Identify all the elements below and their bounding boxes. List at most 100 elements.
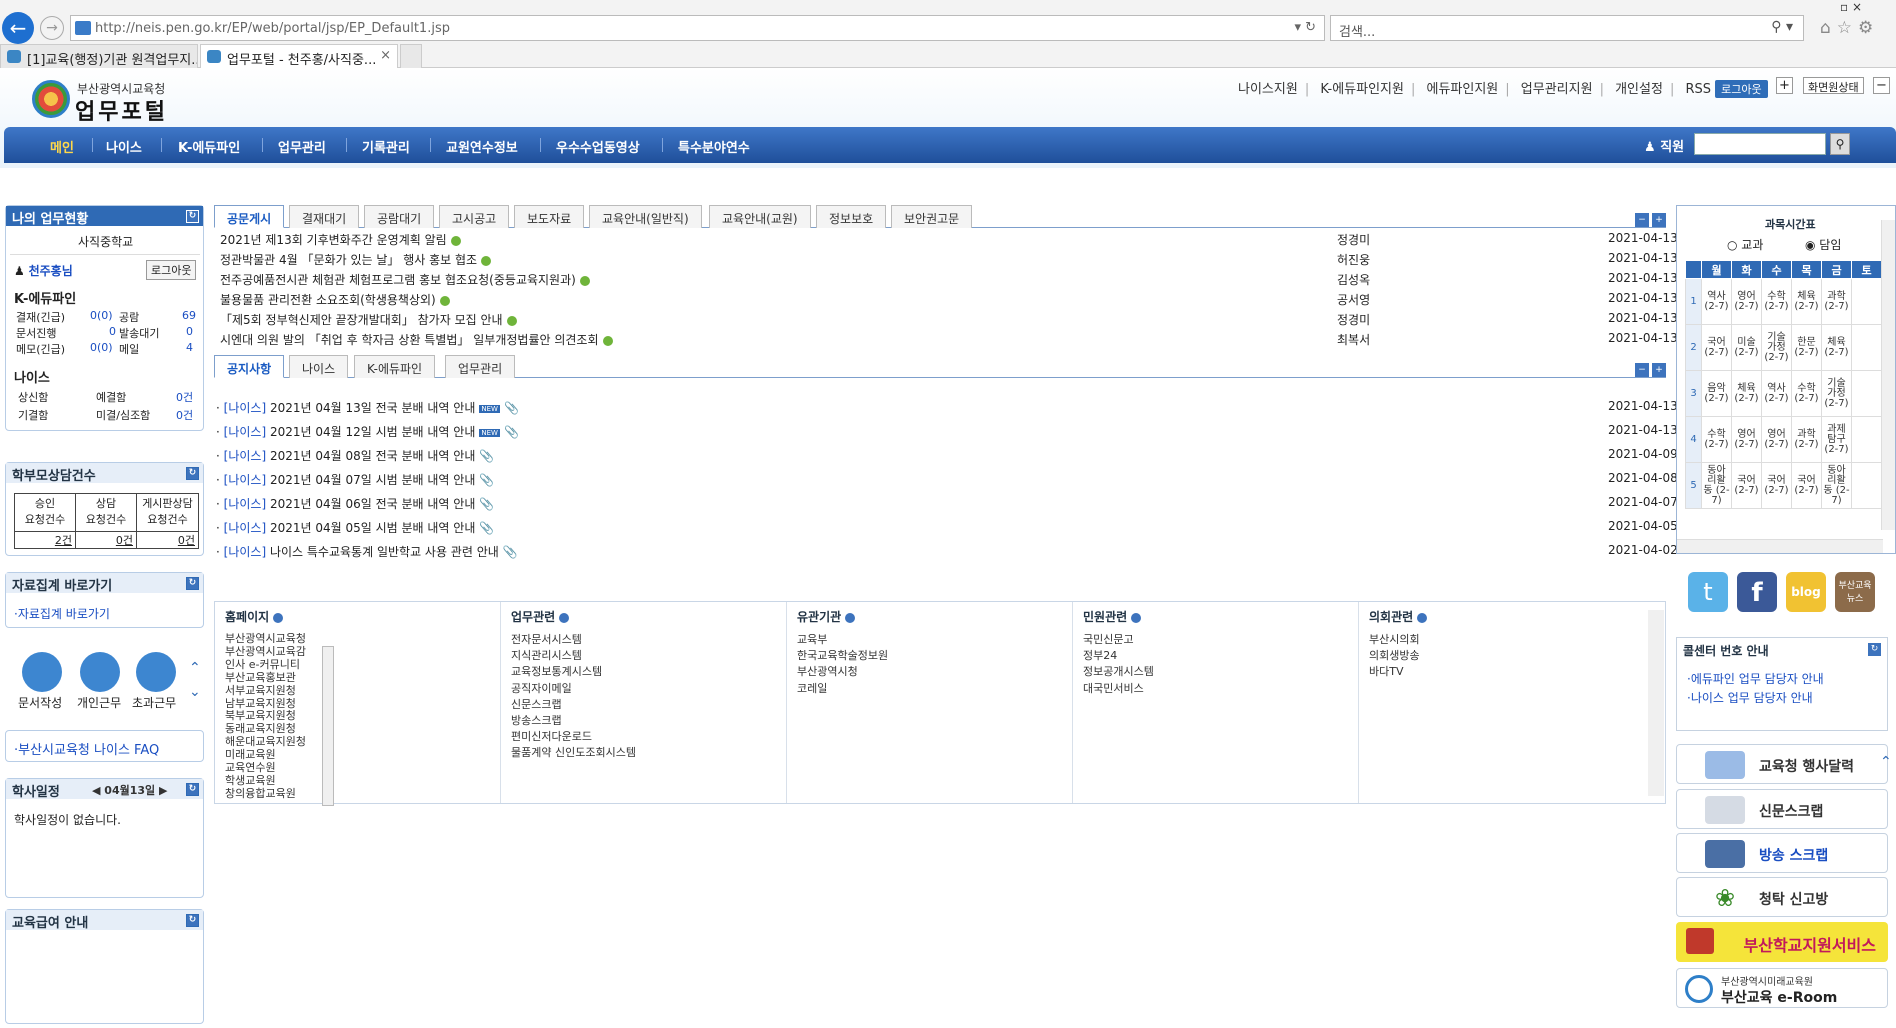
- tab-neis[interactable]: 나이스: [289, 355, 349, 378]
- work-link-list[interactable]: 전자문서시스템 지식관리시스템 교육정보통계시스템 공직자이메일 신문스크랩 방송스크랩 편…: [511, 632, 636, 762]
- link-item[interactable]: 공직자이메일: [511, 681, 636, 697]
- link-item[interactable]: 정보공개시스템: [1083, 664, 1154, 680]
- toplink-kedufine[interactable]: K-에듀파인지원: [1320, 82, 1404, 97]
- row-value[interactable]: 0(0): [90, 309, 113, 322]
- tab-workmgmt[interactable]: 업무관리: [445, 355, 516, 378]
- link-item[interactable]: 부산광역시교육감: [225, 645, 327, 659]
- link-item[interactable]: 지식관리시스템: [511, 648, 636, 664]
- nav-kedufine[interactable]: K-에듀파인: [178, 137, 240, 156]
- nav-videos[interactable]: 우수수업동영상: [556, 137, 640, 156]
- tab-notice[interactable]: 공지사항: [214, 355, 285, 378]
- back-button[interactable]: ←: [2, 12, 34, 44]
- zoom-plus-button[interactable]: +: [1776, 77, 1793, 94]
- link-item[interactable]: 창의융합교육원: [225, 787, 327, 801]
- link-item[interactable]: 부산광역시청: [797, 664, 888, 680]
- refresh-icon[interactable]: ↻: [186, 783, 199, 796]
- eroom-banner[interactable]: 부산광역시미래교육원 부산교육 e-Room: [1676, 968, 1888, 1008]
- link-item[interactable]: 부산시의회: [1369, 632, 1420, 648]
- nav-neis[interactable]: 나이스: [106, 137, 142, 156]
- row-value[interactable]: 0(0): [90, 341, 113, 354]
- list-item[interactable]: 시엔대 의원 발의 「취업 후 학자금 상환 특별법」 일부개정법률안 의견조회…: [220, 331, 1678, 349]
- faq-link[interactable]: ·부산시교육청 나이스 FAQ: [14, 739, 159, 758]
- new-tab-button[interactable]: [400, 44, 422, 68]
- link-item[interactable]: 인사 e-커뮤니티: [225, 658, 327, 672]
- broadcast-button[interactable]: 방송 스크랩: [1676, 833, 1888, 873]
- callcenter-link-edufine[interactable]: ·에듀파인 업무 담당자 안내: [1687, 670, 1824, 687]
- consult-value-2[interactable]: 0건: [76, 532, 137, 549]
- list-item[interactable]: · [나이스] 2021년 04월 07일 시범 분배 내역 안내 📎 2021-0…: [216, 471, 1678, 491]
- window-controls[interactable]: ▫ ×: [1840, 0, 1862, 14]
- quick-attend[interactable]: 개인근무: [77, 694, 121, 711]
- attendance-icon[interactable]: [80, 652, 120, 692]
- row-value[interactable]: 0건: [176, 389, 193, 405]
- refresh-icon[interactable]: ↻: [186, 914, 199, 927]
- toplink-neis[interactable]: 나이스지원: [1238, 82, 1298, 97]
- nav-training[interactable]: 교원연수정보: [446, 137, 518, 156]
- toolbar-icons[interactable]: ⌂☆⚙: [1820, 18, 1879, 38]
- tab-official[interactable]: 공문게시: [214, 205, 285, 228]
- tab-security-advice[interactable]: 보안권고문: [891, 205, 973, 228]
- opt-homeroom[interactable]: ◉ 담임: [1805, 236, 1841, 253]
- browser-tab-2[interactable]: 업무포털 - 천주홍/사직중... ×: [200, 44, 398, 68]
- list-item[interactable]: · [나이스] 2021년 04월 13일 전국 분배 내역 안내 NEW 📎 202…: [216, 399, 1678, 419]
- link-item[interactable]: 물품계약 신인도조회시스템: [511, 745, 636, 761]
- tab-approval[interactable]: 결재대기: [289, 205, 360, 228]
- list-item[interactable]: · [나이스] 나이스 특수교육통계 일반학교 사용 관련 안내 📎 2021-04…: [216, 543, 1678, 563]
- scrollbar[interactable]: [1677, 539, 1883, 553]
- chevron-up-icon[interactable]: ⌃: [189, 660, 201, 676]
- link-item[interactable]: 학생교육원: [225, 774, 327, 788]
- tab-edu-general[interactable]: 교육안내(일반직): [589, 205, 702, 228]
- news-icon[interactable]: 부산교육 뉴스: [1835, 572, 1875, 612]
- opt-subject[interactable]: ○ 교과: [1727, 236, 1763, 253]
- quick-doc[interactable]: 문서작성: [18, 694, 62, 711]
- document-icon[interactable]: [22, 652, 62, 692]
- browser-tab-1[interactable]: [1]교육(행정)기관 원격업무지...: [0, 44, 198, 68]
- callcenter-link-neis[interactable]: ·나이스 업무 담당자 안내: [1687, 689, 1813, 706]
- list-item[interactable]: 불용물품 관리전환 소요조회(학생용책상외) 공서영 2021-04-13: [220, 291, 1678, 309]
- forward-button[interactable]: →: [40, 16, 64, 40]
- related-link-list[interactable]: 교육부 한국교육학술정보원 부산광역시청 코레일: [797, 632, 888, 697]
- link-item[interactable]: 전자문서시스템: [511, 632, 636, 648]
- list-item[interactable]: 2021년 제13회 기후변화주간 운영계획 알림 정경미 2021-04-13: [220, 231, 1678, 249]
- nav-records[interactable]: 기록관리: [362, 137, 410, 156]
- council-link-list[interactable]: 부산시의회 의회생방송 바다TV: [1369, 632, 1420, 681]
- staff-search-input[interactable]: [1694, 133, 1826, 155]
- refresh-icon[interactable]: ↻: [186, 577, 199, 590]
- list-item[interactable]: 「제5회 정부혁신제안 끝장개발대회」 참가자 모집 안내 정경미 2021-04-…: [220, 311, 1678, 329]
- scrollbar[interactable]: [1648, 610, 1664, 796]
- report-button[interactable]: ❀ 청탁 신고방: [1676, 877, 1888, 917]
- tab-notice-public[interactable]: 고시공고: [439, 205, 510, 228]
- list-item[interactable]: · [나이스] 2021년 04월 05일 시범 분배 내역 안내 📎 2021-0…: [216, 519, 1678, 539]
- list-item[interactable]: · [나이스] 2021년 04월 06일 전국 분배 내역 안내 📎 2021-0…: [216, 495, 1678, 515]
- link-item[interactable]: 교육부: [797, 632, 888, 648]
- refresh-icon[interactable]: ↻: [1868, 643, 1881, 656]
- row-value[interactable]: 0건: [176, 407, 193, 423]
- clock-icon[interactable]: [136, 652, 176, 692]
- link-item[interactable]: 대국민서비스: [1083, 681, 1154, 697]
- blog-icon[interactable]: blog: [1786, 572, 1826, 612]
- consult-value-1[interactable]: 2건: [15, 532, 76, 549]
- link-item[interactable]: 한국교육학술정보원: [797, 648, 888, 664]
- scrollbar[interactable]: [322, 646, 334, 806]
- logout-button[interactable]: 로그아웃: [1715, 80, 1768, 98]
- link-item[interactable]: 국민신문고: [1083, 632, 1154, 648]
- link-item[interactable]: 방송스크랩: [511, 713, 636, 729]
- list-item[interactable]: 정관박물관 4월 「문화가 있는 날」 행사 홍보 협조 허진웅 2021-04-1…: [220, 251, 1678, 269]
- homepage-list[interactable]: 부산광역시교육청 부산광역시교육감 인사 e-커뮤니티 부산교육홍보관 서부교육지원청 남…: [225, 632, 327, 801]
- link-item[interactable]: 편미신저다운로드: [511, 729, 636, 745]
- tab-circulation[interactable]: 공람대기: [364, 205, 435, 228]
- link-item[interactable]: 신문스크랩: [511, 697, 636, 713]
- browser-search[interactable]: 검색... ⚲ ▾: [1330, 15, 1804, 41]
- toplink-work[interactable]: 업무관리지원: [1521, 82, 1593, 97]
- consult-value-3[interactable]: 0건: [137, 532, 198, 549]
- tab-edu-teacher[interactable]: 교육안내(교원): [709, 205, 811, 228]
- nav-work[interactable]: 업무관리: [278, 137, 326, 156]
- refresh-icon[interactable]: ▾ ↻: [1294, 20, 1316, 35]
- tab-press[interactable]: 보도자료: [514, 205, 585, 228]
- add-icon[interactable]: +: [1652, 363, 1666, 377]
- nav-main[interactable]: 메인: [50, 137, 74, 156]
- mywork-logout-button[interactable]: 로그아웃: [146, 260, 197, 280]
- list-item[interactable]: · [나이스] 2021년 04월 08일 전국 분배 내역 안내 📎 2021-0…: [216, 447, 1678, 467]
- scrollbar[interactable]: [1881, 220, 1895, 530]
- row-value[interactable]: 0: [109, 325, 116, 338]
